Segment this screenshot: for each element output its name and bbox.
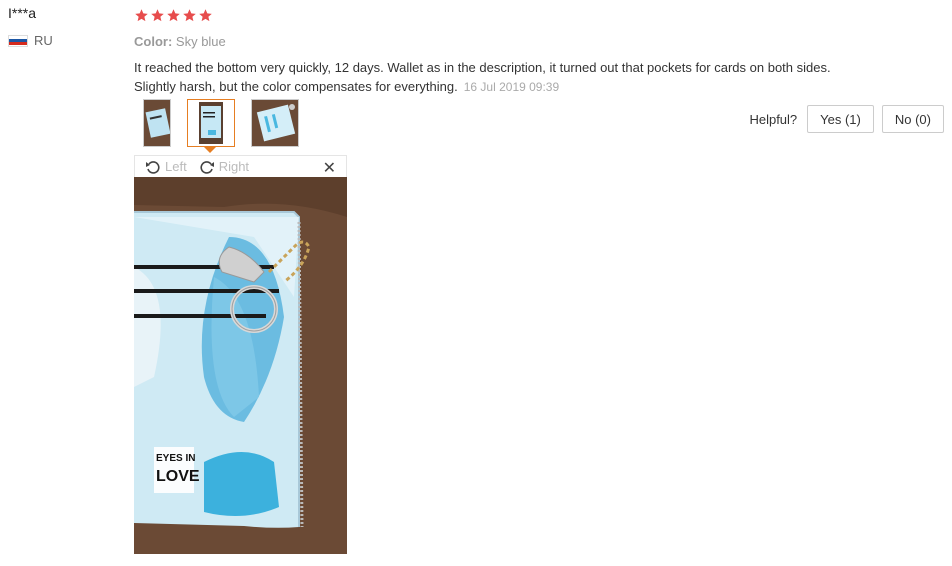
wallet-photo-icon (188, 100, 234, 146)
color-label: Color: (134, 34, 173, 49)
thumbnail-2[interactable] (187, 99, 235, 147)
wallet-photo-icon (144, 100, 170, 146)
review-body: Color: Sky blue It reached the bottom ve… (134, 5, 854, 97)
star-icon (135, 8, 148, 21)
print-text-2: LOVE (156, 468, 200, 485)
reviewer-info: I***a RU (8, 5, 118, 48)
review-photo[interactable]: EYES IN LOVE (134, 177, 347, 554)
star-rating (134, 5, 854, 25)
rotate-right-button[interactable]: Right (199, 159, 249, 175)
rotate-left-button[interactable]: Left (145, 159, 187, 175)
star-icon (151, 8, 164, 21)
thumbnail-1[interactable] (143, 99, 171, 147)
thumbnail-3[interactable] (251, 99, 299, 147)
star-icon (167, 8, 180, 21)
country-code: RU (34, 33, 53, 48)
photo-thumbnails (143, 99, 299, 147)
russia-flag-icon (8, 34, 28, 47)
wallet-photo-icon (252, 100, 298, 146)
rotate-left-label: Left (165, 159, 187, 174)
helpful-no-button[interactable]: No (0) (881, 105, 944, 133)
star-icon (199, 8, 212, 21)
star-icon (183, 8, 196, 21)
active-thumbnail-caret (204, 147, 216, 153)
color-variant: Color: Sky blue (134, 34, 854, 49)
review-text-block: It reached the bottom very quickly, 12 d… (134, 58, 854, 97)
helpful-yes-button[interactable]: Yes (1) (807, 105, 874, 133)
rotate-left-icon (146, 160, 160, 174)
helpful-label: Helpful? (749, 111, 798, 127)
reviewer-name: I***a (8, 5, 37, 21)
color-value: Sky blue (175, 34, 226, 49)
close-icon[interactable]: ✕ (323, 158, 336, 178)
reviewer-country: RU (8, 33, 118, 48)
rotate-right-label: Right (218, 159, 250, 174)
viewer-toolbar: Left Right ✕ (134, 155, 347, 177)
photo-viewer: Left Right ✕ EYES IN LOVE (134, 155, 347, 554)
rotate-right-icon (200, 160, 214, 174)
print-text-1: EYES IN (156, 453, 195, 464)
helpful-vote: Helpful? Yes (1) No (0) (749, 105, 944, 133)
review-date: 16 Jul 2019 09:39 (463, 80, 560, 94)
